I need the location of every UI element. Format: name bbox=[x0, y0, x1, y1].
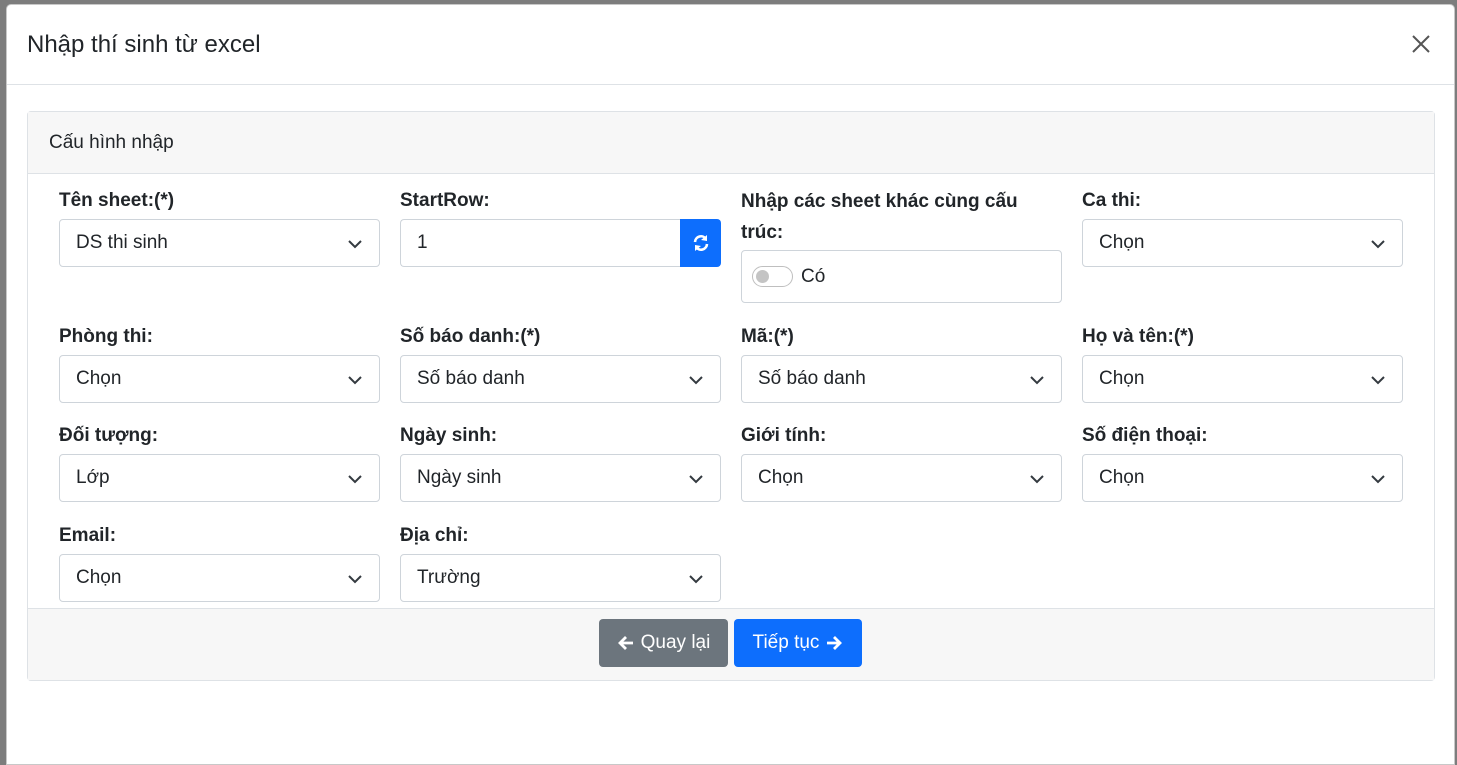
so-dien-thoai-label: Số điện thoại: bbox=[1082, 425, 1208, 446]
chevron-down-icon bbox=[348, 376, 362, 385]
phong-thi-label: Phòng thi: bbox=[59, 326, 153, 347]
gioi-tinh-select[interactable]: Chọn bbox=[741, 454, 1062, 502]
back-button[interactable]: Quay lại bbox=[599, 619, 728, 667]
so-bao-danh-select[interactable]: Số báo danh bbox=[400, 355, 721, 403]
gioi-tinh-label: Giới tính: bbox=[741, 425, 827, 446]
so-dien-thoai-select[interactable]: Chọn bbox=[1082, 454, 1403, 502]
field-phong-thi: Phòng thi: Chọn bbox=[59, 325, 380, 403]
card-header: Cấu hình nhập bbox=[28, 112, 1434, 174]
start-row-label: StartRow: bbox=[400, 190, 490, 211]
field-email: Email: Chọn bbox=[59, 524, 380, 602]
chevron-down-icon bbox=[348, 575, 362, 584]
doi-tuong-label: Đối tượng: bbox=[59, 425, 159, 446]
refresh-icon bbox=[693, 235, 708, 251]
close-icon[interactable] bbox=[1406, 29, 1436, 59]
chevron-down-icon bbox=[689, 376, 703, 385]
email-value: Chọn bbox=[76, 567, 122, 588]
phong-thi-value: Chọn bbox=[76, 368, 122, 389]
start-row-group: 1 bbox=[400, 219, 721, 267]
ca-thi-value: Chọn bbox=[1099, 232, 1145, 253]
field-so-bao-danh: Số báo danh:(*) Số báo danh bbox=[400, 325, 721, 403]
import-modal: Nhập thí sinh từ excel Cấu hình nhập Tên… bbox=[6, 4, 1455, 765]
ca-thi-select[interactable]: Chọn bbox=[1082, 219, 1403, 267]
field-start-row: StartRow: 1 bbox=[400, 189, 721, 267]
ho-ten-select[interactable]: Chọn bbox=[1082, 355, 1403, 403]
ngay-sinh-label: Ngày sinh: bbox=[400, 425, 498, 446]
doi-tuong-value: Lớp bbox=[76, 467, 110, 488]
dia-chi-value: Trường bbox=[417, 567, 481, 588]
field-ngay-sinh: Ngày sinh: Ngày sinh bbox=[400, 424, 721, 502]
ten-sheet-label: Tên sheet:(*) bbox=[59, 190, 175, 211]
ngay-sinh-value: Ngày sinh bbox=[417, 467, 502, 488]
email-label: Email: bbox=[59, 525, 117, 546]
chevron-down-icon bbox=[348, 240, 362, 249]
ma-label: Mã:(*) bbox=[741, 326, 794, 347]
chevron-down-icon bbox=[689, 575, 703, 584]
nhap-sheet-toggle-box: Có bbox=[741, 250, 1062, 303]
ma-value: Số báo danh bbox=[758, 368, 866, 389]
doi-tuong-select[interactable]: Lớp bbox=[59, 454, 380, 502]
chevron-down-icon bbox=[1371, 376, 1385, 385]
toggle-label: Có bbox=[801, 265, 826, 287]
dia-chi-label: Địa chỉ: bbox=[400, 525, 469, 546]
field-ma: Mã:(*) Số báo danh bbox=[741, 325, 1062, 403]
import-config-card: Cấu hình nhập Tên sheet:(*) DS thi sinh … bbox=[27, 111, 1435, 681]
so-bao-danh-label: Số báo danh:(*) bbox=[400, 326, 541, 347]
dia-chi-select[interactable]: Trường bbox=[400, 554, 721, 602]
modal-header: Nhập thí sinh từ excel bbox=[7, 5, 1454, 85]
field-ho-ten: Họ và tên:(*) Chọn bbox=[1082, 325, 1403, 403]
field-doi-tuong: Đối tượng: Lớp bbox=[59, 424, 380, 502]
toggle-knob bbox=[756, 270, 769, 283]
email-select[interactable]: Chọn bbox=[59, 554, 380, 602]
start-row-input[interactable]: 1 bbox=[400, 219, 680, 267]
chevron-down-icon bbox=[1371, 240, 1385, 249]
so-bao-danh-value: Số báo danh bbox=[417, 368, 525, 389]
chevron-down-icon bbox=[1030, 475, 1044, 484]
gioi-tinh-value: Chọn bbox=[758, 467, 804, 488]
arrow-right-icon bbox=[827, 636, 843, 650]
field-gioi-tinh: Giới tính: Chọn bbox=[741, 424, 1062, 502]
chevron-down-icon bbox=[348, 475, 362, 484]
so-dien-thoai-value: Chọn bbox=[1099, 467, 1145, 488]
next-button[interactable]: Tiếp tục bbox=[734, 619, 862, 667]
card-footer: Quay lại Tiếp tục bbox=[28, 608, 1434, 680]
chevron-down-icon bbox=[1030, 376, 1044, 385]
ten-sheet-value: DS thi sinh bbox=[76, 232, 168, 253]
chevron-down-icon bbox=[689, 475, 703, 484]
nhap-sheet-toggle[interactable] bbox=[752, 266, 793, 287]
arrow-left-icon bbox=[617, 636, 633, 650]
ngay-sinh-select[interactable]: Ngày sinh bbox=[400, 454, 721, 502]
phong-thi-select[interactable]: Chọn bbox=[59, 355, 380, 403]
ho-ten-label: Họ và tên:(*) bbox=[1082, 326, 1194, 347]
refresh-button[interactable] bbox=[680, 219, 721, 267]
modal-title: Nhập thí sinh từ excel bbox=[27, 30, 261, 58]
nhap-sheet-label: Nhập các sheet khác cùng cấu trúc: bbox=[741, 191, 1018, 243]
ma-select[interactable]: Số báo danh bbox=[741, 355, 1062, 403]
ten-sheet-select[interactable]: DS thi sinh bbox=[59, 219, 380, 267]
field-dia-chi: Địa chỉ: Trường bbox=[400, 524, 721, 602]
field-ten-sheet: Tên sheet:(*) DS thi sinh bbox=[59, 189, 380, 267]
field-nhap-sheet: Nhập các sheet khác cùng cấu trúc: Có bbox=[741, 189, 1062, 303]
field-ca-thi: Ca thi: Chọn bbox=[1082, 189, 1403, 267]
ca-thi-label: Ca thi: bbox=[1082, 190, 1142, 211]
card-body: Tên sheet:(*) DS thi sinh StartRow: 1 Nh… bbox=[28, 174, 1434, 609]
next-button-label: Tiếp tục bbox=[752, 632, 820, 653]
chevron-down-icon bbox=[1371, 475, 1385, 484]
back-button-label: Quay lại bbox=[640, 632, 711, 653]
ho-ten-value: Chọn bbox=[1099, 368, 1145, 389]
field-so-dien-thoai: Số điện thoại: Chọn bbox=[1082, 424, 1403, 502]
